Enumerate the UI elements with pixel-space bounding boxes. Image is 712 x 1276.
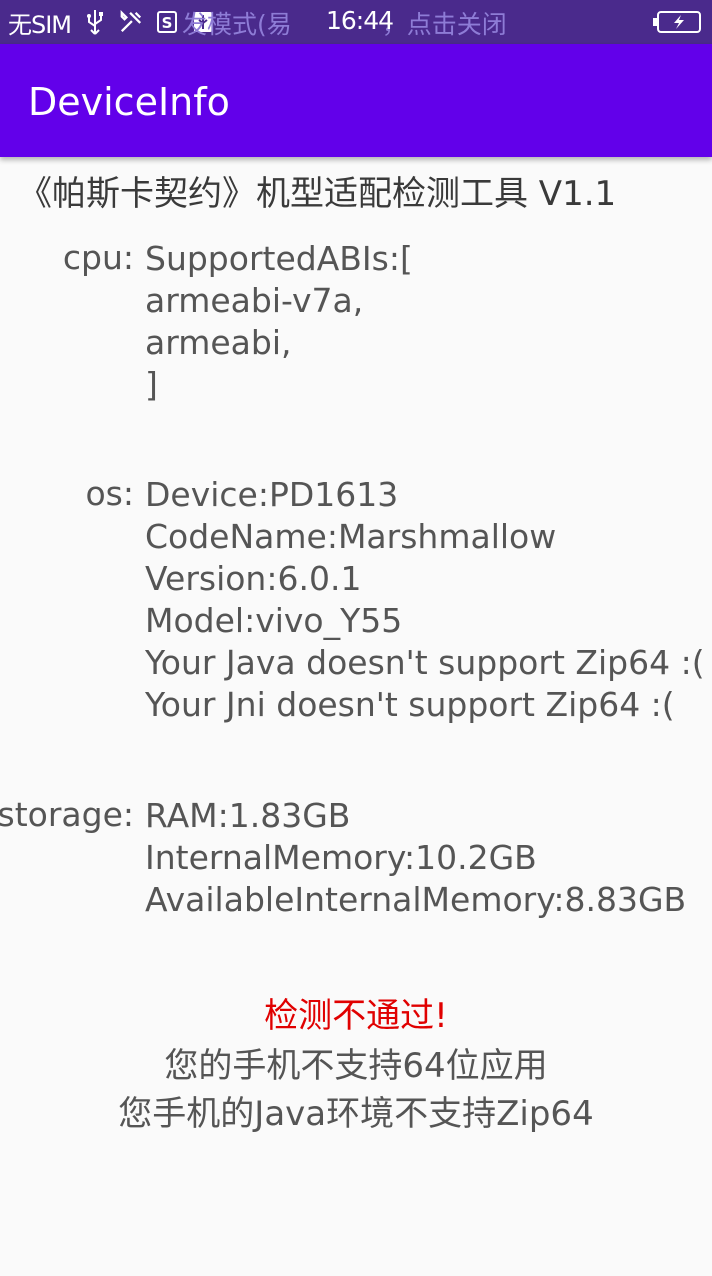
cpu-line: SupportedABIs:[: [145, 239, 413, 278]
app-title: DeviceInfo: [28, 80, 230, 124]
os-line: Your Jni doesn't support Zip64 :(: [145, 685, 675, 724]
check-failed-status: 检测不通过!: [264, 996, 448, 1036]
fail-reason-64bit: 您的手机不支持64位应用: [164, 1046, 548, 1086]
cpu-value: SupportedABIs:[ armeabi-v7a, armeabi, ]: [145, 238, 712, 406]
os-line: Your Java doesn't support Zip64 :(: [145, 643, 705, 682]
storage-line: AvailableInternalMemory:8.83GB: [145, 880, 687, 919]
storage-line: InternalMemory:10.2GB: [145, 838, 537, 877]
usb-icon: [83, 9, 107, 35]
storage-line: RAM:1.83GB: [145, 796, 351, 835]
os-value: Device:PD1613 CodeName:Marshmallow Versi…: [145, 474, 712, 726]
status-bar: 无SIM S 发模式(易 ，点击关闭 16:44: [0, 0, 712, 44]
fail-reason-zip64: 您手机的Java环境不支持Zip64: [118, 1094, 594, 1134]
cpu-line: armeabi-v7a,: [145, 281, 364, 320]
battery-icon: [652, 10, 702, 33]
os-label: os:: [85, 474, 134, 513]
cpu-label: cpu:: [62, 238, 134, 277]
dev-mode-notice-text: 发模式(易: [182, 10, 292, 39]
status-time: 16:44: [326, 6, 394, 35]
storage-label: storage:: [0, 795, 134, 834]
svg-text:S: S: [162, 14, 173, 32]
storage-value: RAM:1.83GB InternalMemory:10.2GB Availab…: [145, 795, 712, 921]
tools-icon: [119, 9, 143, 35]
os-line: Model:vivo_Y55: [145, 601, 403, 640]
os-line: Version:6.0.1: [145, 559, 362, 598]
cpu-line: armeabi,: [145, 323, 292, 362]
os-line: CodeName:Marshmallow: [145, 517, 557, 556]
cpu-line: ]: [145, 365, 158, 404]
app-bar: DeviceInfo: [0, 44, 712, 157]
carrier-text: 无SIM: [8, 10, 72, 39]
os-line: Device:PD1613: [145, 475, 399, 514]
dev-mode-notice-tail: ，点击关闭: [381, 10, 507, 39]
s-app-icon: S: [155, 9, 179, 35]
tool-header: 《帕斯卡契约》机型适配检测工具 V1.1: [18, 174, 617, 214]
